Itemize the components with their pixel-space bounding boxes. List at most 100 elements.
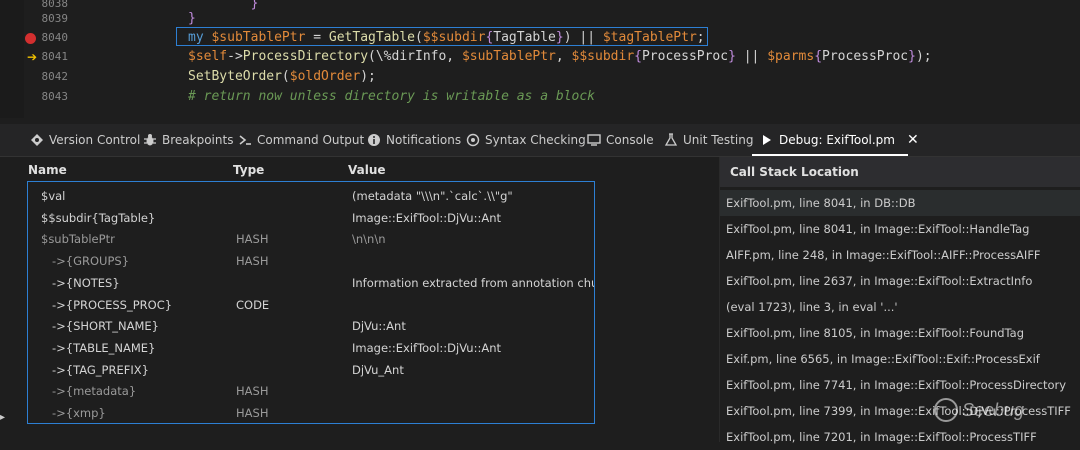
- variable-name: $$subdir{TagTable}: [41, 210, 156, 225]
- code-editor[interactable]: 8038 } 8039} 8040 my $subTablePtr = GetTagT…: [0, 0, 1080, 118]
- variable-type: HASH: [236, 406, 269, 420]
- variable-row[interactable]: ->{TAG_PREFIX} DjVu_Ant: [28, 359, 594, 381]
- variable-name: ->{metadata}: [52, 384, 137, 399]
- call-stack-location: ExifTool.pm, line 2637, in Image::ExifTo…: [726, 274, 1033, 288]
- variable-value: DjVu::Ant: [352, 319, 406, 334]
- call-stack-row[interactable]: ExifTool.pm, line 7201, in Image::ExifTo…: [720, 424, 1080, 450]
- tab-syntax-checking[interactable]: Syntax Checking: [466, 124, 586, 156]
- code-line[interactable]: 8039}: [0, 9, 1080, 29]
- code-token: ||: [735, 49, 768, 64]
- tab-label: Debug: ExifTool.pm: [779, 133, 895, 147]
- variable-row[interactable]: ->{SHORT_NAME} DjVu::Ant: [28, 315, 594, 337]
- bottom-panel-tabbar: Version Control Breakpoints Command Outp…: [0, 124, 1080, 157]
- call-stack-row[interactable]: Exif.pm, line 6565, in Image::ExifTool::…: [720, 346, 1080, 372]
- code-token: );: [360, 69, 376, 84]
- variables-header: Name Type Value: [0, 157, 716, 183]
- console-icon: [587, 134, 601, 146]
- line-number: 8040: [41, 31, 69, 44]
- column-header-name[interactable]: Name: [28, 157, 67, 183]
- watermark-text: Seebug: [962, 399, 1025, 420]
- tab-label: Syntax Checking: [485, 133, 586, 147]
- variable-row[interactable]: ->{TABLE_NAME} Image::ExifTool::DjVu::Ant: [28, 337, 594, 359]
- call-stack-row[interactable]: AIFF.pm, line 248, in Image::ExifTool::A…: [720, 242, 1080, 268]
- variable-value: DjVu_Ant: [352, 362, 404, 377]
- active-tab-indicator: [752, 154, 908, 156]
- code-line[interactable]: ➔ 8041 $self->ProcessDirectory(\%dirInfo, …: [0, 47, 1080, 67]
- code-token: $parms: [767, 49, 815, 64]
- call-stack-row[interactable]: (eval 1723), line 3, in eval '...': [720, 294, 1080, 320]
- code-token: }: [188, 11, 196, 26]
- current-execution-arrow-icon: ➔: [27, 50, 38, 64]
- tab-unit-testing[interactable]: Unit Testing: [664, 124, 753, 156]
- variable-row[interactable]: ->{NOTES} Information extracted from anno…: [28, 272, 594, 294]
- call-stack-location: ExifTool.pm, line 7201, in Image::ExifTo…: [726, 430, 1037, 444]
- code-token: (\%dirInfo,: [368, 49, 462, 64]
- tab-notifications[interactable]: Notifications: [367, 124, 461, 156]
- column-header-value[interactable]: Value: [348, 157, 386, 183]
- variable-name: ->{GROUPS}: [52, 254, 130, 269]
- variable-name: ->{TAG_PREFIX}: [52, 362, 149, 377]
- tab-debug-exiftool[interactable]: Debug: ExifTool.pm ✕: [760, 124, 919, 156]
- call-stack-row[interactable]: ExifTool.pm, line 2637, in Image::ExifTo…: [720, 268, 1080, 294]
- tab-console[interactable]: Console: [587, 124, 654, 156]
- code-token: {: [814, 49, 823, 64]
- breakpoint-icon[interactable]: [25, 33, 36, 44]
- call-stack-location: ExifTool.pm, line 8041, in Image::ExifTo…: [726, 222, 1030, 236]
- call-stack-row[interactable]: ExifTool.pm, line 7741, in Image::ExifTo…: [720, 372, 1080, 398]
- call-stack-location: ExifTool.pm, line 8041, in DB::DB: [726, 196, 916, 210]
- flask-icon: [664, 133, 678, 146]
- variable-row[interactable]: $val (metadata "\\\n".`calc`.\\"g": [28, 185, 594, 207]
- tab-version-control[interactable]: Version Control: [30, 124, 140, 156]
- code-token: );: [915, 49, 932, 64]
- variable-row[interactable]: ->{GROUPS} HASH: [28, 250, 594, 272]
- call-stack-location: AIFF.pm, line 248, in Image::ExifTool::A…: [726, 248, 1041, 262]
- code-token: SetByteOrder: [188, 69, 282, 84]
- variable-row[interactable]: $$subdir{TagTable} Image::ExifTool::DjVu:…: [28, 207, 594, 229]
- code-line[interactable]: 8042 SetByteOrder($oldOrder);: [0, 67, 1080, 87]
- call-stack-panel: Call Stack Location ExifTool.pm, line 80…: [719, 157, 1080, 444]
- call-stack-location: ExifTool.pm, line 8105, in Image::ExifTo…: [726, 326, 1025, 340]
- code-line[interactable]: 8043 # return now unless directory is wri…: [0, 87, 1080, 107]
- code-token: }: [728, 49, 736, 64]
- variable-value: \n\n\n: [352, 232, 386, 247]
- line-number: 8039: [41, 12, 69, 25]
- line-number: 8043: [41, 90, 69, 103]
- bug-icon: [144, 134, 156, 146]
- call-stack-row[interactable]: ExifTool.pm, line 7399, in Image::ExifTo…: [720, 398, 1080, 424]
- variable-row[interactable]: ->{xmp} HASH: [28, 402, 594, 423]
- variables-table[interactable]: $val (metadata "\\\n".`calc`.\\"g" $$subdi…: [27, 181, 595, 424]
- watermark: Seebug: [934, 398, 1024, 422]
- call-stack-row[interactable]: ExifTool.pm, line 8041, in DB::DB: [720, 190, 1080, 216]
- code-token: $subTablePtr: [461, 49, 556, 64]
- variable-row[interactable]: ->{metadata} HASH: [28, 380, 594, 402]
- variable-name: ->{TABLE_NAME}: [52, 340, 156, 355]
- close-icon[interactable]: ✕: [907, 132, 919, 148]
- variable-name: ->{PROCESS_PROC}: [52, 297, 173, 312]
- variable-name: ->{xmp}: [52, 406, 106, 420]
- tab-breakpoints[interactable]: Breakpoints: [143, 124, 233, 156]
- column-header-type[interactable]: Type: [233, 157, 264, 183]
- variable-row[interactable]: ->{PROCESS_PROC} CODE: [28, 294, 594, 316]
- variable-row[interactable]: $subTablePtr HASH \n\n\n: [28, 228, 594, 250]
- line-code: # return now unless directory is writabl…: [188, 87, 595, 107]
- current-line-highlight: [176, 27, 708, 46]
- variable-name: ->{SHORT_NAME}: [52, 319, 160, 334]
- play-icon: [763, 135, 771, 145]
- call-stack-row[interactable]: ExifTool.pm, line 8041, in Image::ExifTo…: [720, 216, 1080, 242]
- scroll-arrow-icon[interactable]: ▸: [0, 412, 5, 423]
- code-token: $oldOrder: [289, 69, 361, 84]
- tab-command-output[interactable]: Command Output: [238, 124, 364, 156]
- call-stack-row[interactable]: ExifTool.pm, line 8105, in Image::ExifTo…: [720, 320, 1080, 346]
- variable-name: ->{NOTES}: [52, 275, 120, 290]
- tab-label: Notifications: [386, 133, 462, 147]
- info-icon: [368, 134, 380, 146]
- code-token: ProcessProc: [641, 49, 729, 64]
- code-token: # return now unless directory is writabl…: [188, 89, 595, 104]
- code-token: $self: [188, 49, 228, 64]
- tab-label: Version Control: [49, 133, 141, 147]
- variable-value: (metadata "\\\n".`calc`.\\"g": [352, 189, 513, 203]
- call-stack-title: Call Stack Location: [730, 165, 859, 179]
- variable-name: $val: [41, 189, 66, 203]
- call-stack-location: (eval 1723), line 3, in eval '...': [726, 300, 898, 314]
- code-token: (: [281, 69, 290, 84]
